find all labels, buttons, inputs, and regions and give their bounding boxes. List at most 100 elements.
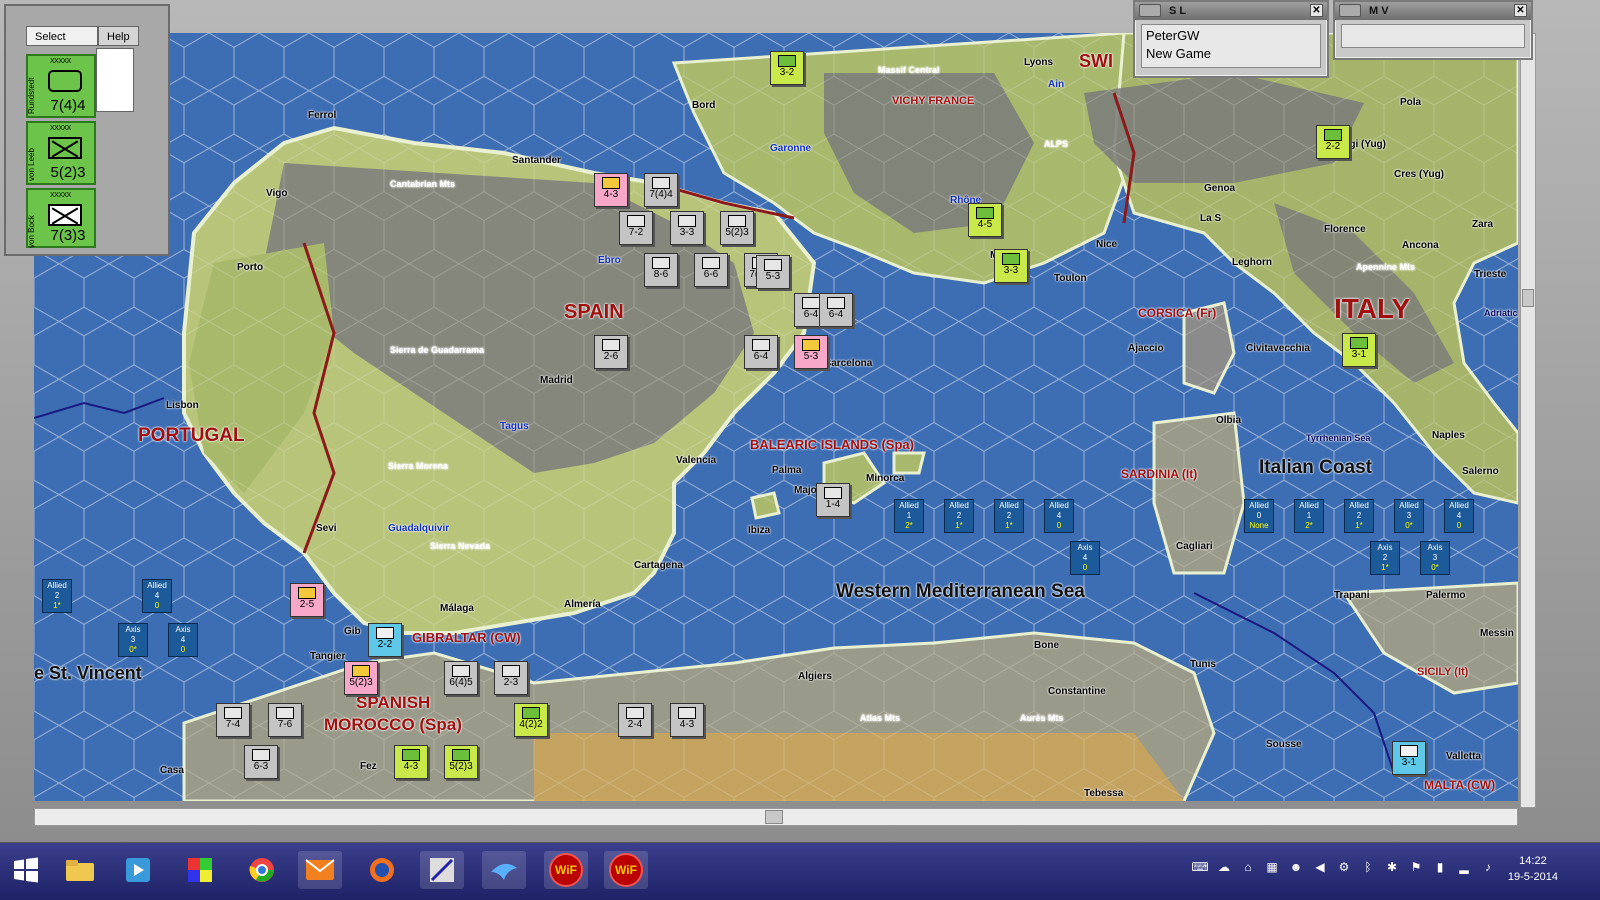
city-label: Leghorn — [1232, 257, 1272, 268]
sea-zone-box[interactable]: Axis 3 0* — [118, 623, 148, 657]
unit-symbol-icon — [827, 297, 845, 309]
unit-counter[interactable]: 3-1 — [1342, 333, 1376, 367]
unit-counter[interactable]: 6-4 — [819, 293, 853, 327]
firefox-icon[interactable] — [360, 851, 404, 889]
sea-zone-box[interactable]: Allied 2 1* — [1344, 499, 1374, 533]
explorer-icon[interactable] — [58, 851, 102, 889]
unit-counter[interactable]: 5-3 — [756, 255, 790, 289]
unit-counter[interactable]: 2-5 — [290, 583, 324, 617]
unit-counter[interactable]: 3-2 — [770, 51, 804, 85]
hq-card-von-leeb[interactable]: von Leeb XXXXX 5(2)3 — [26, 121, 96, 185]
unit-counter[interactable]: 7-4 — [216, 703, 250, 737]
unit-counter[interactable]: 3-3 — [994, 249, 1028, 283]
sea-zone-box[interactable]: Allied 2 1* — [944, 499, 974, 533]
hscroll-thumb[interactable] — [765, 810, 783, 824]
map-viewport[interactable]: SPAIN PORTUGAL ITALY VICHY FRANCE SWI GIBRALT… — [34, 33, 1518, 801]
bluetooth-icon[interactable]: ᛒ — [1360, 859, 1376, 875]
city-label: Santander — [512, 155, 561, 166]
hq-select-panel[interactable]: Select Help Rundstedt XXXXX 7(4)4 von Le… — [4, 4, 170, 256]
keyboard-icon[interactable]: ⌨ — [1191, 859, 1208, 875]
chrome-icon[interactable] — [240, 851, 284, 889]
unit-counter[interactable]: 4-3 — [594, 173, 628, 207]
unit-counter[interactable]: 5-3 — [794, 335, 828, 369]
hq-card-label: von Bock — [27, 215, 36, 248]
home-icon[interactable]: ⌂ — [1240, 859, 1256, 875]
unit-counter[interactable]: 2-3 — [494, 661, 528, 695]
sea-zone-box[interactable]: Allied 1 2* — [1294, 499, 1324, 533]
sea-zone-box[interactable]: Axis 4 0 — [1070, 541, 1100, 575]
close-icon[interactable]: ✕ — [1514, 4, 1527, 17]
wif-app-icon[interactable]: WiF — [544, 851, 588, 889]
settings-icon[interactable]: ✱ — [1384, 859, 1400, 875]
unit-counter[interactable]: 7(4)4 — [644, 173, 678, 207]
player-name: PeterGW — [1146, 28, 1200, 43]
unit-counter[interactable]: 6-4 — [744, 335, 778, 369]
sea-zone-box[interactable]: Allied 0 None — [1244, 499, 1274, 533]
unit-counter[interactable]: 2-4 — [618, 703, 652, 737]
unit-counter[interactable]: 5(2)3 — [720, 211, 754, 245]
sea-zone-box[interactable]: Axis 2 1* — [1370, 541, 1400, 575]
gear-icon[interactable]: ⚙ — [1336, 859, 1352, 875]
cloud-icon[interactable]: ☁ — [1216, 859, 1232, 875]
tab-help[interactable]: Help — [98, 26, 139, 46]
unit-counter[interactable]: 6-6 — [694, 253, 728, 287]
unit-counter[interactable]: 7-6 — [268, 703, 302, 737]
hq-card-rundstedt[interactable]: Rundstedt XXXXX 7(4)4 — [26, 54, 96, 118]
sea-zone-box[interactable]: Axis 4 0 — [168, 623, 198, 657]
close-icon[interactable]: ✕ — [1310, 4, 1323, 17]
unit-counter[interactable]: 4-3 — [394, 745, 428, 779]
unit-counter[interactable]: 6(4)5 — [444, 661, 478, 695]
colorful-app-icon[interactable] — [178, 851, 222, 889]
media-player-icon[interactable] — [116, 851, 160, 889]
unit-counter[interactable]: 2-2 — [1316, 125, 1350, 159]
app-window-icon[interactable] — [420, 851, 464, 889]
window-menu-icon[interactable] — [1339, 4, 1361, 17]
unit-counter[interactable]: 4-3 — [670, 703, 704, 737]
unit-counter[interactable]: 8-6 — [644, 253, 678, 287]
unit-counter[interactable]: 2-2 — [368, 623, 402, 657]
app-bird-icon[interactable] — [482, 851, 526, 889]
unit-counter[interactable]: 7-2 — [619, 211, 653, 245]
unit-counter[interactable]: 1-4 — [816, 483, 850, 517]
mail-icon[interactable] — [298, 851, 342, 889]
hq-card-von-bock[interactable]: von Bock XXXXX 7(3)3 — [26, 188, 96, 248]
unit-counter[interactable]: 4(2)2 — [514, 703, 548, 737]
battery-icon[interactable]: ▮ — [1432, 859, 1448, 875]
start-button[interactable] — [4, 851, 48, 889]
unit-strength: 7-4 — [225, 719, 241, 730]
horizontal-scrollbar[interactable] — [34, 808, 1518, 826]
skull-icon[interactable]: ☻ — [1288, 859, 1304, 875]
flag-icon[interactable]: ⚑ — [1408, 859, 1424, 875]
app-tray-icon[interactable]: ▦ — [1264, 859, 1280, 875]
clock[interactable]: 14:22 19-5-2014 — [1508, 853, 1558, 885]
sea-zone-box[interactable]: Allied 2 1* — [42, 579, 72, 613]
unit-counter[interactable]: 3-3 — [670, 211, 704, 245]
sea-zone-side: Allied — [1349, 501, 1369, 510]
window-sl[interactable]: S L ✕ PeterGW New Game — [1133, 0, 1329, 78]
tab-select[interactable]: Select — [26, 26, 98, 46]
signal-icon[interactable]: ▂ — [1456, 859, 1472, 875]
wif-app-icon-2[interactable]: WiF — [604, 851, 648, 889]
volume-icon[interactable]: ♪ — [1480, 859, 1496, 875]
city-label: Tunis — [1190, 659, 1216, 670]
unit-counter[interactable]: 3-1 — [1392, 741, 1426, 775]
window-menu-icon[interactable] — [1139, 4, 1161, 17]
sea-zone-box[interactable]: Axis 3 0* — [1420, 541, 1450, 575]
sea-zone-box[interactable]: Allied 4 0 — [142, 579, 172, 613]
unit-counter[interactable]: 4-5 — [968, 203, 1002, 237]
sea-zone-box[interactable]: Allied 4 0 — [1044, 499, 1074, 533]
unit-counter[interactable]: 5(2)3 — [444, 745, 478, 779]
city-label: Ibiza — [748, 525, 771, 536]
sea-zone-box[interactable]: Allied 3 0* — [1394, 499, 1424, 533]
sea-zone-box[interactable]: Allied 4 0 — [1444, 499, 1474, 533]
window-mv[interactable]: M V ✕ — [1333, 0, 1533, 60]
region-label: SICILY (It) — [1417, 666, 1469, 678]
sea-zone-box[interactable]: Allied 2 1* — [994, 499, 1024, 533]
unit-counter[interactable]: 6-3 — [244, 745, 278, 779]
unit-counter[interactable]: 2-6 — [594, 335, 628, 369]
vertical-scrollbar[interactable] — [1520, 33, 1536, 808]
sea-zone-box[interactable]: Allied 1 2* — [894, 499, 924, 533]
vscroll-thumb[interactable] — [1522, 289, 1534, 307]
unit-counter[interactable]: 5(2)3 — [344, 661, 378, 695]
speaker-icon[interactable]: ◀ — [1312, 859, 1328, 875]
